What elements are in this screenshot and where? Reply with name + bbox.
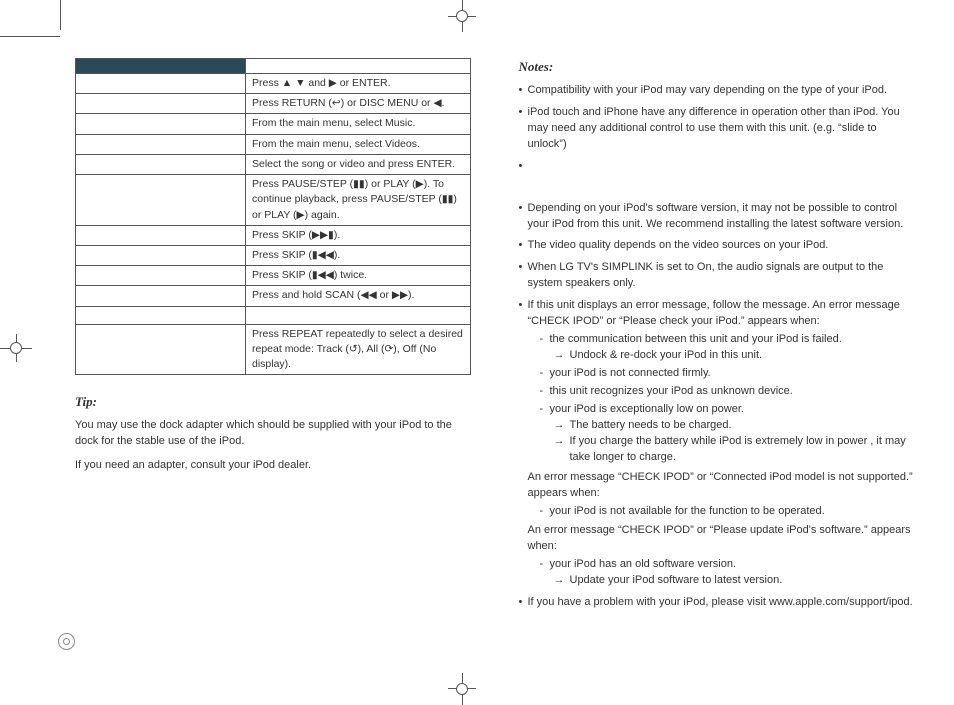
note-subitem: your iPod is exceptionally low on power.… — [540, 402, 915, 466]
table-row: Press and hold SCAN (◀◀ or ▶▶). — [76, 286, 471, 306]
table-row — [76, 306, 471, 324]
table-cell: Press and hold SCAN (◀◀ or ▶▶). — [246, 286, 471, 306]
tip-paragraph: If you need an adapter, consult your iPo… — [75, 458, 471, 474]
operations-table: Press ▲ ▼ and ▶ or ENTER. Press RETURN (… — [75, 58, 471, 375]
table-cell: Press SKIP (▶▶▮). — [246, 225, 471, 245]
table-row: Press ▲ ▼ and ▶ or ENTER. — [76, 74, 471, 94]
table-cell: Press SKIP (▮◀◀) twice. — [246, 266, 471, 286]
table-row: Press SKIP (▮◀◀). — [76, 245, 471, 265]
table-cell: From the main menu, select Videos. — [246, 134, 471, 154]
table-cell: Press REPEAT repeatedly to select a desi… — [246, 324, 471, 375]
note-item: If you have a problem with your iPod, pl… — [519, 595, 915, 611]
table-row: Select the song or video and press ENTER… — [76, 154, 471, 174]
note-subitem: your iPod is not available for the funct… — [540, 504, 915, 520]
note-text: An error message “CHECK IPOD” or “Connec… — [528, 470, 915, 502]
note-item: iPod touch and iPhone have any differenc… — [519, 105, 915, 153]
table-row: Press PAUSE/STEP (▮▮) or PLAY (▶). To co… — [76, 175, 471, 226]
table-cell: Press RETURN (↩) or DISC MENU or ◀. — [246, 94, 471, 114]
table-cell: Press PAUSE/STEP (▮▮) or PLAY (▶). To co… — [246, 175, 471, 226]
table-row: Press REPEAT repeatedly to select a desi… — [76, 324, 471, 375]
note-item: When LG TV's SIMPLINK is set to On, the … — [519, 260, 915, 292]
note-item: The video quality depends on the video s… — [519, 238, 915, 254]
note-action: If you charge the battery while iPod is … — [550, 434, 915, 466]
note-subitem: the communication between this unit and … — [540, 332, 915, 364]
table-row: From the main menu, select Music. — [76, 114, 471, 134]
table-cell: Select the song or video and press ENTER… — [246, 154, 471, 174]
manual-page: Press ▲ ▼ and ▶ or ENTER. Press RETURN (… — [0, 0, 954, 705]
note-subitem: your iPod is not connected firmly. — [540, 366, 915, 382]
table-row: Press RETURN (↩) or DISC MENU or ◀. — [76, 94, 471, 114]
note-subitem: this unit recognizes your iPod as unknow… — [540, 384, 915, 400]
note-subitem: your iPod has an old software version. U… — [540, 557, 915, 589]
table-row: Press SKIP (▮◀◀) twice. — [76, 266, 471, 286]
note-action: Undock & re-dock your iPod in this unit. — [550, 348, 915, 364]
table-row: From the main menu, select Videos. — [76, 134, 471, 154]
table-row: Press SKIP (▶▶▮). — [76, 225, 471, 245]
tip-paragraph: You may use the dock adapter which shoul… — [75, 418, 471, 450]
notes-list: Compatibility with your iPod may vary de… — [519, 83, 915, 611]
note-item — [519, 159, 915, 195]
table-cell: Press ▲ ▼ and ▶ or ENTER. — [246, 74, 471, 94]
tip-heading: Tip: — [75, 393, 471, 412]
left-column: Press ▲ ▼ and ▶ or ENTER. Press RETURN (… — [75, 58, 471, 617]
right-column: Notes: Compatibility with your iPod may … — [519, 58, 915, 617]
note-action: Update your iPod software to latest vers… — [550, 573, 915, 589]
note-item: If this unit displays an error message, … — [519, 298, 915, 589]
table-cell — [246, 306, 471, 324]
note-text: If this unit displays an error message, … — [528, 299, 900, 327]
note-action: The battery needs to be charged. — [550, 418, 915, 434]
note-item: Compatibility with your iPod may vary de… — [519, 83, 915, 99]
note-item: Depending on your iPod's software versio… — [519, 201, 915, 233]
table-cell: From the main menu, select Music. — [246, 114, 471, 134]
notes-heading: Notes: — [519, 58, 915, 77]
note-text: An error message “CHECK IPOD” or “Please… — [528, 523, 915, 555]
table-cell: Press SKIP (▮◀◀). — [246, 245, 471, 265]
